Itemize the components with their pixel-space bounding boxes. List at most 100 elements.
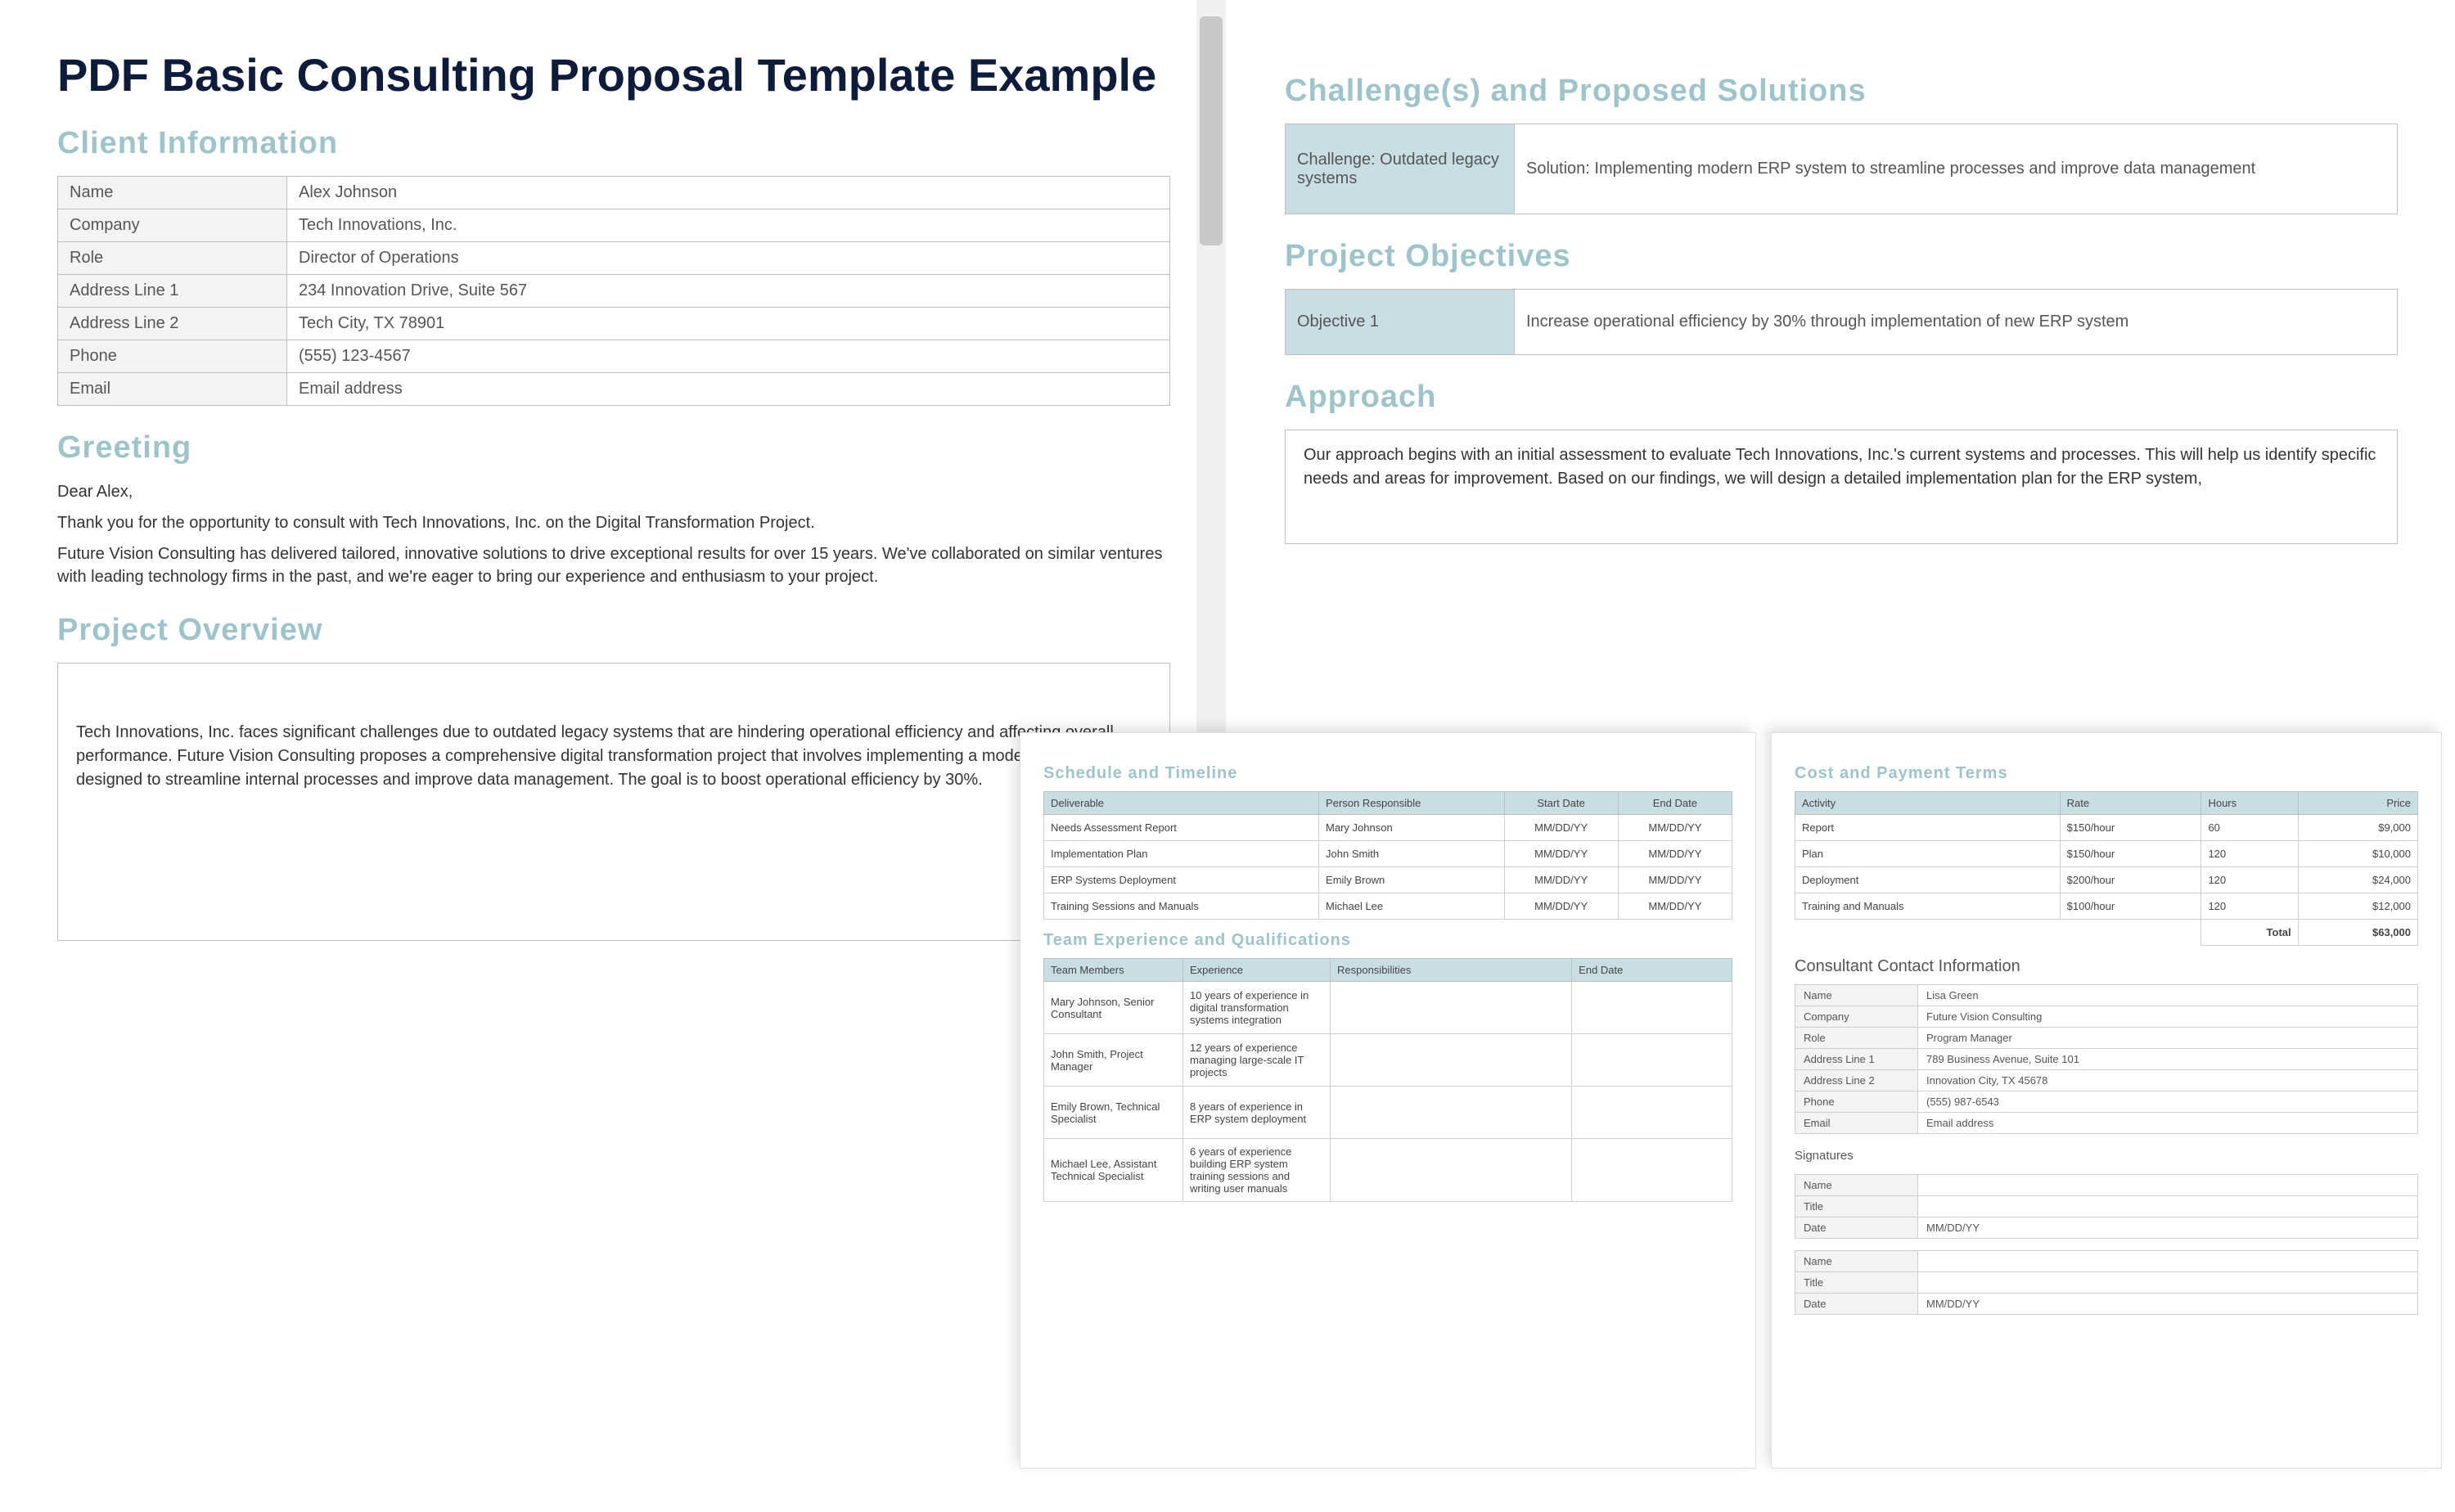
project-overview-box: Tech Innovations, Inc. faces significant…	[57, 663, 1170, 941]
contact-field-label: Phone	[1795, 1091, 1918, 1113]
team-header: End Date	[1572, 959, 1732, 982]
contact-field-value: 789 Business Avenue, Suite 101	[1918, 1049, 2418, 1070]
greeting-p2: Future Vision Consulting has delivered t…	[57, 542, 1170, 588]
approach-text: Our approach begins with an initial asse…	[1304, 446, 2376, 488]
team-cell: John Smith, Project Manager	[1044, 1034, 1183, 1087]
section-team: Team Experience and Qualifications	[1043, 931, 1732, 950]
team-table: Team MembersExperienceResponsibilitiesEn…	[1043, 958, 1732, 1202]
page-3-overlay: Schedule and Timeline DeliverablePerson …	[1020, 732, 1756, 1469]
team-cell: 6 years of experience building ERP syste…	[1183, 1139, 1331, 1202]
contact-field-label: Address Line 1	[1795, 1049, 1918, 1070]
signature-field-label: Name	[1795, 1251, 1918, 1272]
schedule-table: DeliverablePerson ResponsibleStart Date E…	[1043, 791, 1732, 920]
team-cell	[1331, 1087, 1572, 1139]
signature-field-value: MM/DD/YY	[1918, 1217, 2418, 1239]
page-4-overlay: Cost and Payment Terms ActivityRateHours…	[1771, 732, 2442, 1469]
signature-block-2: NameTitleDateMM/DD/YY	[1795, 1250, 2418, 1315]
schedule-cell: Implementation Plan	[1044, 841, 1319, 867]
schedule-cell: Michael Lee	[1319, 893, 1504, 920]
team-cell: Mary Johnson, Senior Consultant	[1044, 982, 1183, 1034]
contact-field-label: Company	[1795, 1006, 1918, 1028]
section-schedule: Schedule and Timeline	[1043, 764, 1732, 783]
section-signatures: Signatures	[1795, 1149, 2418, 1163]
cost-cell: Plan	[1795, 841, 2061, 867]
page-title: PDF Basic Consulting Proposal Template E…	[57, 49, 1170, 101]
cost-cell: $150/hour	[2060, 815, 2201, 841]
team-cell	[1331, 1034, 1572, 1087]
contact-field-label: Name	[1795, 985, 1918, 1006]
cost-cell: Deployment	[1795, 867, 2061, 893]
contact-field-value: Future Vision Consulting	[1918, 1006, 2418, 1028]
client-field-label: Address Line 1	[58, 275, 287, 308]
signature-field-label: Title	[1795, 1272, 1918, 1294]
contact-table: NameLisa GreenCompanyFuture Vision Consu…	[1795, 984, 2418, 1134]
schedule-cell: MM/DD/YY	[1504, 867, 1618, 893]
objective-text: Increase operational efficiency by 30% t…	[1515, 290, 2398, 355]
scrollbar-thumb[interactable]	[1200, 16, 1223, 245]
signature-field-label: Date	[1795, 1294, 1918, 1315]
cost-cell: $12,000	[2298, 893, 2417, 920]
cost-cell: 60	[2201, 815, 2298, 841]
client-field-value: (555) 123-4567	[287, 340, 1170, 373]
cost-header: Price	[2298, 792, 2417, 815]
section-objectives: Project Objectives	[1285, 239, 2398, 274]
greeting-salutation: Dear Alex,	[57, 480, 1170, 503]
greeting-p1: Thank you for the opportunity to consult…	[57, 511, 1170, 534]
client-field-value: 234 Innovation Drive, Suite 567	[287, 275, 1170, 308]
client-field-value: Director of Operations	[287, 242, 1170, 275]
team-cell: Michael Lee, Assistant Technical Special…	[1044, 1139, 1183, 1202]
section-approach: Approach	[1285, 380, 2398, 415]
contact-field-label: Role	[1795, 1028, 1918, 1049]
schedule-cell: MM/DD/YY	[1504, 815, 1618, 841]
section-client-info: Client Information	[57, 126, 1170, 161]
signature-field-label: Title	[1795, 1196, 1918, 1217]
team-cell: 10 years of experience in digital transf…	[1183, 982, 1331, 1034]
signature-field-value	[1918, 1175, 2418, 1196]
schedule-header: Person Responsible	[1319, 792, 1504, 815]
cost-cell: $24,000	[2298, 867, 2417, 893]
team-cell	[1331, 1139, 1572, 1202]
signature-block-1: NameTitleDateMM/DD/YY	[1795, 1174, 2418, 1239]
schedule-header: Start Date	[1504, 792, 1618, 815]
team-cell: Emily Brown, Technical Specialist	[1044, 1087, 1183, 1139]
contact-field-value: Innovation City, TX 45678	[1918, 1070, 2418, 1091]
section-project-overview: Project Overview	[57, 613, 1170, 648]
schedule-cell: John Smith	[1319, 841, 1504, 867]
team-cell: 12 years of experience managing large-sc…	[1183, 1034, 1331, 1087]
cost-cell: 120	[2201, 867, 2298, 893]
cost-cell: Training and Manuals	[1795, 893, 2061, 920]
cost-total-value: $63,000	[2298, 920, 2417, 946]
client-field-value: Tech City, TX 78901	[287, 308, 1170, 340]
cost-total-label: Total	[2201, 920, 2298, 946]
schedule-cell: Needs Assessment Report	[1044, 815, 1319, 841]
team-header: Responsibilities	[1331, 959, 1572, 982]
project-overview-text: Tech Innovations, Inc. faces significant…	[76, 723, 1132, 789]
cost-cell: 120	[2201, 841, 2298, 867]
client-field-label: Role	[58, 242, 287, 275]
team-cell	[1572, 982, 1732, 1034]
signature-field-value	[1918, 1196, 2418, 1217]
schedule-cell: Emily Brown	[1319, 867, 1504, 893]
cost-cell: 120	[2201, 893, 2298, 920]
signature-field-value: MM/DD/YY	[1918, 1294, 2418, 1315]
client-field-value: Alex Johnson	[287, 177, 1170, 209]
cost-table: ActivityRateHoursPriceReport$150/hour60$…	[1795, 791, 2418, 946]
client-field-label: Address Line 2	[58, 308, 287, 340]
schedule-header: Deliverable	[1044, 792, 1319, 815]
schedule-cell: MM/DD/YY	[1618, 893, 1732, 920]
client-field-label: Company	[58, 209, 287, 242]
client-field-label: Name	[58, 177, 287, 209]
cost-header: Activity	[1795, 792, 2061, 815]
cost-cell: $200/hour	[2060, 867, 2201, 893]
challenge-label: Challenge: Outdated legacy systems	[1286, 124, 1515, 214]
signature-field-value	[1918, 1272, 2418, 1294]
client-info-table: NameAlex JohnsonCompanyTech Innovations,…	[57, 176, 1170, 406]
cost-cell: $150/hour	[2060, 841, 2201, 867]
challenge-solution: Solution: Implementing modern ERP system…	[1515, 124, 2398, 214]
schedule-cell: ERP Systems Deployment	[1044, 867, 1319, 893]
team-cell	[1572, 1139, 1732, 1202]
team-header: Team Members	[1044, 959, 1183, 982]
signature-field-label: Name	[1795, 1175, 1918, 1196]
section-challenges: Challenge(s) and Proposed Solutions	[1285, 74, 2398, 109]
signature-field-label: Date	[1795, 1217, 1918, 1239]
